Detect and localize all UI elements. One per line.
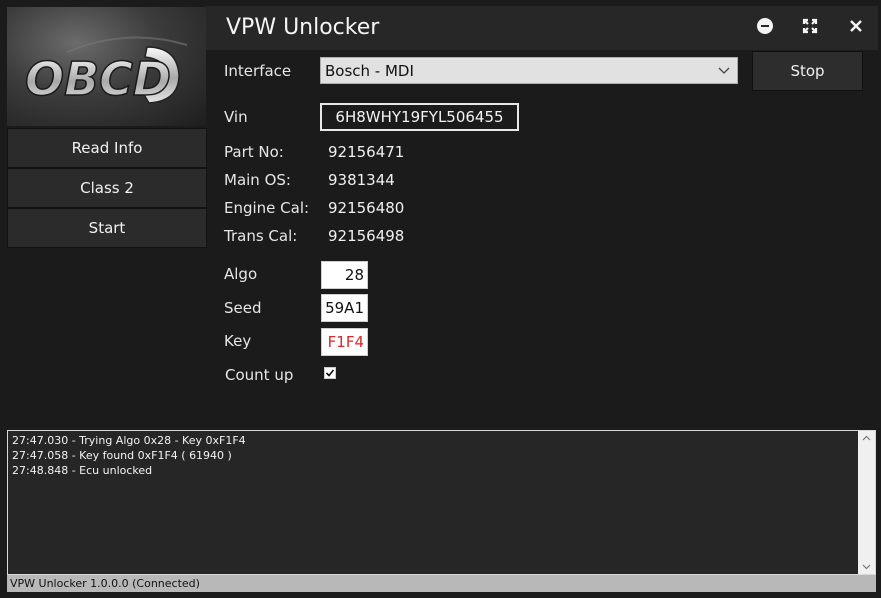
maximize-button[interactable]: [799, 15, 821, 37]
log-lines: 27:47.030 - Trying Algo 0x28 - Key 0xF1F…: [12, 433, 246, 478]
interface-value: Bosch - MDI: [325, 61, 414, 80]
vin-label: Vin: [224, 108, 248, 126]
maximize-icon: [802, 18, 818, 34]
vin-field[interactable]: 6H8WHY19FYL506455: [320, 103, 519, 131]
engine-cal-value: 92156480: [328, 199, 405, 217]
part-no-value: 92156471: [328, 143, 405, 161]
count-up-label: Count up: [225, 366, 294, 384]
log-line: 27:48.848 - Ecu unlocked: [12, 464, 153, 477]
class-2-button[interactable]: Class 2: [7, 168, 207, 208]
interface-label: Interface: [224, 62, 292, 80]
close-button[interactable]: [845, 15, 867, 37]
seed-field[interactable]: 59A1: [321, 294, 368, 322]
log-line: 27:47.058 - Key found 0xF1F4 ( 61940 ): [12, 449, 232, 462]
obcd-logo: OBCD: [7, 7, 206, 126]
part-no-label: Part No:: [224, 143, 284, 161]
window-title: VPW Unlocker: [226, 15, 380, 40]
trans-cal-label: Trans Cal:: [224, 227, 298, 245]
log-line: 27:47.030 - Trying Algo 0x28 - Key 0xF1F…: [12, 434, 246, 447]
start-button[interactable]: Start: [7, 208, 207, 248]
key-label: Key: [224, 332, 252, 350]
log-scrollbar[interactable]: [858, 431, 875, 574]
main-os-label: Main OS:: [224, 171, 291, 189]
logo-text: OBCD: [25, 52, 171, 106]
minimize-icon: [757, 18, 773, 34]
chevron-down-icon: [718, 67, 730, 74]
count-up-checkbox[interactable]: [324, 367, 336, 379]
algo-label: Algo: [224, 265, 258, 283]
key-field[interactable]: F1F4: [321, 328, 368, 356]
scroll-up-icon[interactable]: [862, 435, 871, 441]
trans-cal-value: 92156498: [328, 227, 405, 245]
seed-label: Seed: [224, 299, 262, 317]
log-panel[interactable]: 27:47.030 - Trying Algo 0x28 - Key 0xF1F…: [7, 430, 876, 575]
logo-graphic: OBCD: [24, 36, 188, 107]
stop-button[interactable]: Stop: [752, 51, 863, 91]
close-icon: [850, 20, 862, 32]
interface-select[interactable]: Bosch - MDI: [320, 57, 738, 84]
main-os-value: 9381344: [328, 171, 395, 189]
minimize-button[interactable]: [754, 15, 776, 37]
engine-cal-label: Engine Cal:: [224, 199, 310, 217]
algo-field[interactable]: 28: [321, 261, 368, 289]
status-bar: VPW Unlocker 1.0.0.0 (Connected): [7, 575, 876, 592]
checkmark-icon: [325, 369, 335, 377]
read-info-button[interactable]: Read Info: [7, 128, 207, 168]
scroll-down-icon[interactable]: [862, 564, 871, 570]
